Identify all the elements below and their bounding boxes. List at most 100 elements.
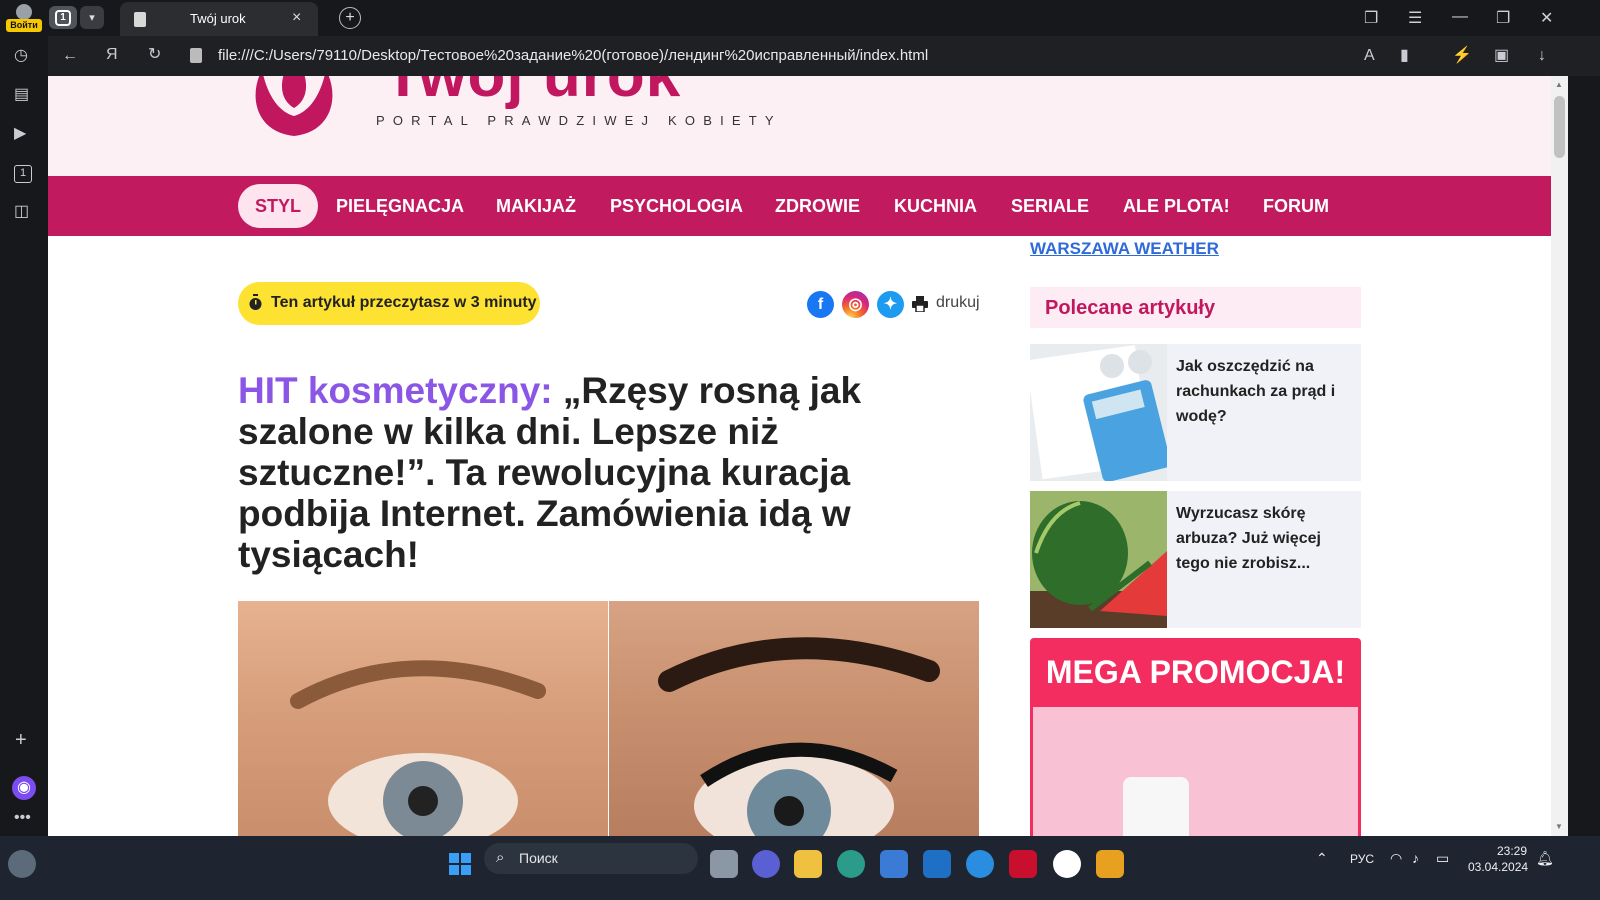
clock-time[interactable]: 23:29: [1497, 844, 1527, 858]
recommended-card[interactable]: Wyrzucasz skórę arbuza? Już więcej tego …: [1030, 491, 1361, 628]
calculator-image: [1030, 344, 1167, 481]
scroll-thumb[interactable]: [1554, 96, 1565, 158]
reader-icon[interactable]: ▣: [1494, 48, 1509, 64]
store-icon[interactable]: [880, 850, 908, 878]
serum-bottle-image: [1123, 777, 1189, 836]
alice-assistant-icon[interactable]: ◉: [12, 776, 36, 800]
print-link[interactable]: drukuj: [936, 294, 980, 312]
tab-count-button[interactable]: 1: [49, 6, 77, 29]
promo-product-image: [1033, 707, 1358, 836]
nav-kuchnia[interactable]: KUCHNIA: [894, 184, 977, 228]
site-logo[interactable]: Twój urok: [384, 76, 681, 111]
article-headline: HIT kosmetyczny: „Rzęsy rosną jak szalon…: [238, 370, 888, 575]
help-icon[interactable]: [966, 850, 994, 878]
promo-banner[interactable]: MEGA PROMOCJA!: [1030, 638, 1361, 836]
wifi-icon[interactable]: ◠: [1390, 850, 1402, 867]
file-icon: [190, 48, 202, 63]
twitter-icon[interactable]: ✦: [877, 291, 904, 318]
site-tagline: PORTAL PRAWDZIWEJ KOBIETY: [376, 113, 782, 128]
user-icon: [16, 4, 32, 20]
hp-icon[interactable]: [923, 850, 951, 878]
scroll-up-icon[interactable]: ▲: [1555, 80, 1563, 89]
clock-date[interactable]: 03.04.2024: [1468, 860, 1528, 874]
article-hero-image: [238, 601, 979, 836]
tabs-icon[interactable]: ▤: [14, 87, 29, 103]
search-placeholder: Поиск: [519, 850, 558, 866]
browser-tab[interactable]: Twój urok ×: [120, 2, 318, 36]
add-icon[interactable]: +: [15, 730, 27, 750]
nav-styl[interactable]: STYL: [238, 184, 319, 228]
notification-bell-icon[interactable]: 🔔︎: [1536, 850, 1554, 867]
nav-psychologia[interactable]: PSYCHOLOGIA: [610, 184, 743, 228]
bookmark-icon[interactable]: ▮: [1400, 48, 1409, 64]
nav-zdrowie[interactable]: ZDROWIE: [775, 184, 860, 228]
watermelon-image: [1030, 491, 1167, 628]
logo-icon: [255, 76, 333, 136]
chevron-down-icon[interactable]: ▾: [80, 6, 104, 29]
protect-icon[interactable]: ⚡: [1452, 48, 1472, 64]
collections-icon[interactable]: ❐: [1364, 8, 1378, 28]
start-button[interactable]: [446, 850, 474, 878]
screenshot-icon[interactable]: ◫: [14, 204, 29, 220]
minimize-icon[interactable]: —: [1452, 8, 1468, 26]
facebook-icon[interactable]: f: [807, 291, 834, 318]
main-nav: STYL PIELĘGNACJA MAKIJAŻ PSYCHOLOGIA ZDR…: [48, 176, 1551, 236]
close-window-icon[interactable]: ✕: [1540, 8, 1553, 28]
before-eye-image: [238, 601, 608, 836]
weather-link[interactable]: WARSZAWA WEATHER: [1030, 239, 1219, 259]
nav-makijaz[interactable]: MAKIJAŻ: [496, 184, 576, 228]
tab-count: 1: [55, 9, 71, 26]
weather-widget-icon[interactable]: [8, 850, 36, 878]
reload-icon[interactable]: ↻: [148, 47, 161, 63]
stopwatch-icon: [249, 294, 262, 310]
mcafee-icon[interactable]: [1009, 850, 1037, 878]
close-tab-icon[interactable]: ×: [292, 9, 301, 27]
yandex-browser-icon[interactable]: [1053, 850, 1081, 878]
back-icon[interactable]: ←: [62, 48, 78, 64]
more-icon[interactable]: •••: [14, 810, 31, 826]
printer-icon[interactable]: [912, 296, 928, 312]
new-tab-button[interactable]: +: [339, 7, 361, 29]
document-icon: [134, 12, 146, 27]
volume-icon[interactable]: ♪: [1412, 850, 1419, 866]
recommended-card[interactable]: Jak oszczędzić na rachunkach za prąd i w…: [1030, 344, 1361, 481]
download-icon[interactable]: ↓: [1538, 48, 1546, 64]
after-eye-image: [609, 601, 979, 836]
yandex-icon[interactable]: Я: [106, 47, 118, 63]
sign-in-label: Войти: [6, 19, 42, 32]
edge-icon[interactable]: [837, 850, 865, 878]
restore-icon[interactable]: ❐: [1496, 8, 1510, 28]
chat-icon[interactable]: [752, 850, 780, 878]
url-field[interactable]: file:///C:/Users/79110/Desktop/Тестовое%…: [218, 47, 928, 64]
promo-title: MEGA PROMOCJA!: [1045, 654, 1346, 690]
nav-forum[interactable]: FORUM: [1263, 184, 1329, 228]
sublime-text-icon[interactable]: [1096, 850, 1124, 878]
nav-seriale[interactable]: SERIALE: [1011, 184, 1089, 228]
profile-button[interactable]: Войти: [6, 4, 42, 32]
sidebar-tab-badge[interactable]: 1: [14, 165, 32, 183]
nav-pielegnacja[interactable]: PIELĘGNACJA: [336, 184, 464, 228]
battery-icon[interactable]: ▭: [1436, 850, 1449, 867]
play-icon[interactable]: ▶: [14, 126, 26, 142]
page-viewport: Twój urok PORTAL PRAWDZIWEJ KOBIETY STYL…: [48, 76, 1551, 836]
search-icon: ⌕: [496, 849, 505, 866]
history-icon[interactable]: ◷: [14, 48, 28, 64]
instagram-icon[interactable]: ◎: [842, 291, 869, 318]
language-indicator[interactable]: РУС: [1350, 852, 1374, 866]
taskbar-search[interactable]: ⌕ Поиск: [484, 843, 698, 874]
headline-highlight: HIT kosmetyczny:: [238, 370, 553, 411]
nav-ale-plota[interactable]: ALE PLOTA!: [1123, 184, 1230, 228]
read-time-text: Ten artykuł przeczytasz w 3 minuty: [271, 294, 537, 311]
menu-icon[interactable]: ☰: [1408, 8, 1422, 28]
chevron-up-icon[interactable]: ⌃: [1316, 850, 1328, 867]
task-view-icon[interactable]: [710, 850, 738, 878]
card-title[interactable]: Jak oszczędzić na rachunkach za prąd i w…: [1176, 354, 1346, 429]
scroll-down-icon[interactable]: ▼: [1555, 822, 1563, 831]
browser-sidebar: ◷ ▤ ▶ 1 ◫ + ◉ •••: [0, 36, 48, 852]
page-scrollbar[interactable]: ▲ ▼: [1551, 76, 1568, 836]
translate-icon[interactable]: A: [1364, 48, 1375, 64]
browser-tab-bar: Войти 1 ▾ Twój urok × + ❐ ☰ — ❐ ✕: [0, 0, 1600, 36]
file-explorer-icon[interactable]: [794, 850, 822, 878]
card-title[interactable]: Wyrzucasz skórę arbuza? Już więcej tego …: [1176, 501, 1346, 576]
site-header: Twój urok PORTAL PRAWDZIWEJ KOBIETY: [48, 76, 1551, 176]
